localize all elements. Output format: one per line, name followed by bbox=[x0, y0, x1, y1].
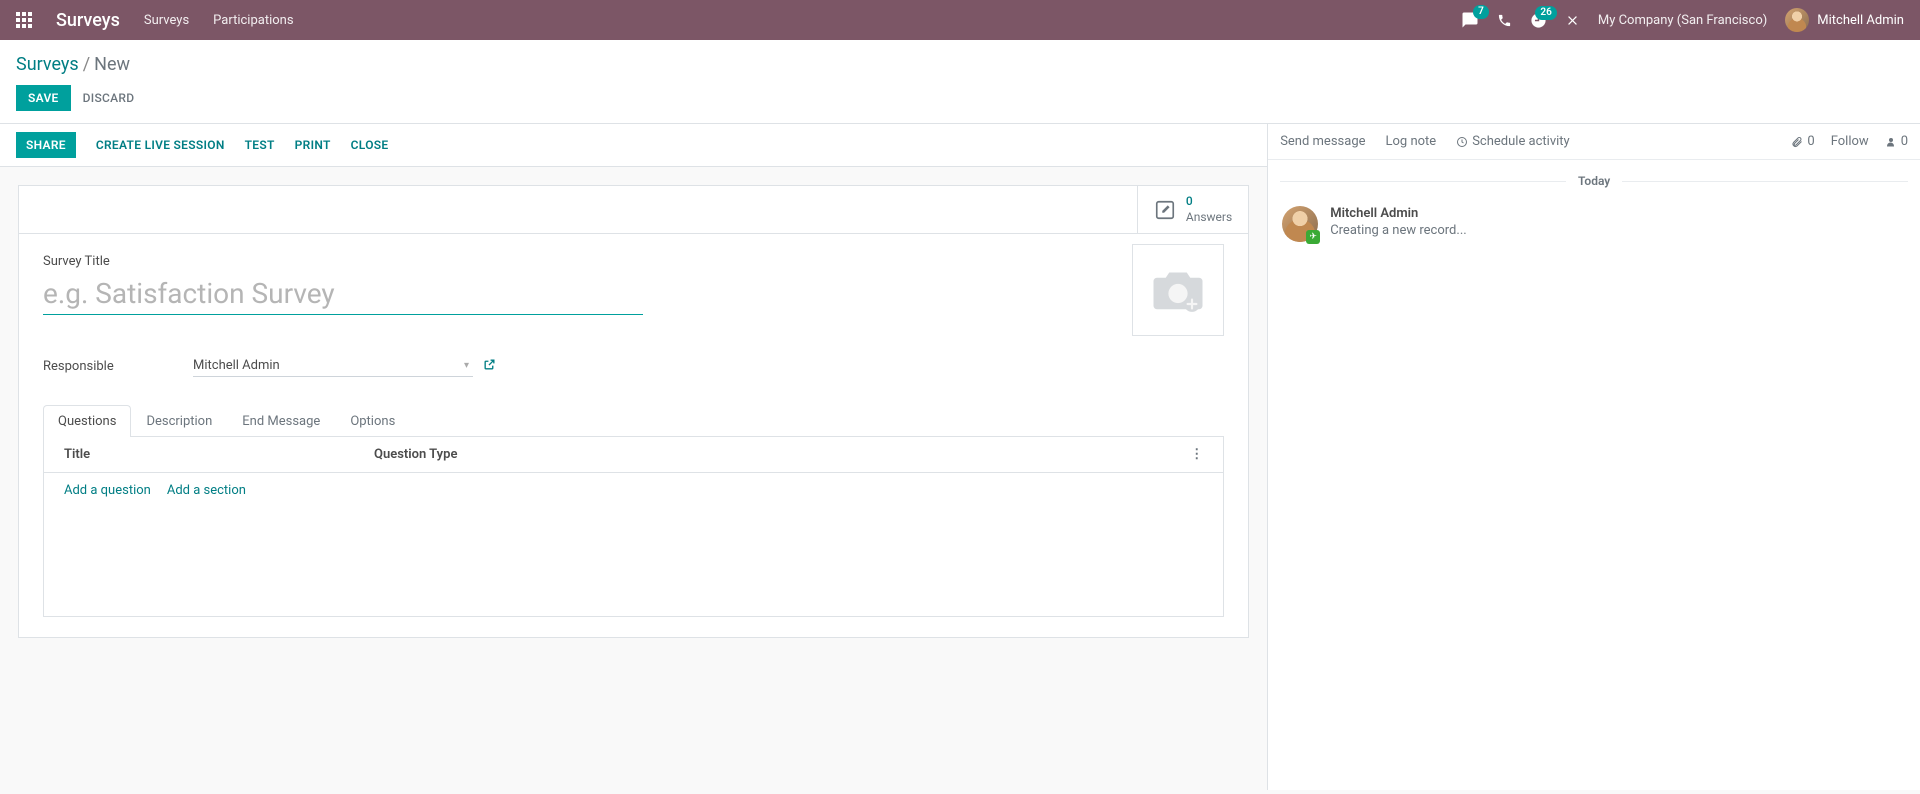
followers-count: 0 bbox=[1901, 134, 1908, 149]
main-wrapper: SHARE CREATE LIVE SESSION TEST PRINT CLO… bbox=[0, 124, 1920, 790]
phone-icon[interactable] bbox=[1497, 13, 1512, 28]
chatter-message: ✈ Mitchell Admin Creating a new record..… bbox=[1268, 196, 1920, 252]
follow-button[interactable]: Follow bbox=[1831, 134, 1869, 149]
attachments-count: 0 bbox=[1807, 134, 1814, 149]
answers-label: Answers bbox=[1186, 210, 1232, 226]
title-label: Survey Title bbox=[43, 254, 1224, 269]
tab-questions[interactable]: Questions bbox=[43, 405, 131, 437]
create-live-button[interactable]: CREATE LIVE SESSION bbox=[96, 138, 225, 152]
msg-body: Mitchell Admin Creating a new record... bbox=[1330, 206, 1467, 242]
chatter-divider: Today bbox=[1268, 160, 1920, 196]
add-section-link[interactable]: Add a section bbox=[167, 483, 246, 498]
answers-count: 0 bbox=[1186, 194, 1232, 210]
app-brand[interactable]: Surveys bbox=[56, 10, 120, 31]
breadcrumb-sep: / bbox=[83, 54, 90, 75]
stat-row: 0 Answers bbox=[19, 186, 1248, 234]
tabs: Questions Description End Message Option… bbox=[43, 405, 1224, 437]
topbar: Surveys Surveys Participations 7 26 My C… bbox=[0, 0, 1920, 40]
tab-end-message[interactable]: End Message bbox=[227, 405, 335, 437]
form-card: 0 Answers Survey Title R bbox=[18, 185, 1249, 638]
pencil-square-icon bbox=[1154, 199, 1176, 221]
attachments-button[interactable]: 0 bbox=[1791, 134, 1814, 149]
control-buttons: SAVE DISCARD bbox=[0, 85, 1920, 124]
questions-add-row: Add a question Add a section bbox=[44, 473, 1223, 508]
log-note-button[interactable]: Log note bbox=[1386, 134, 1437, 149]
responsible-label: Responsible bbox=[43, 359, 193, 374]
col-question-type: Question Type bbox=[374, 447, 1183, 462]
msg-text: Creating a new record... bbox=[1330, 223, 1467, 238]
clock-icon bbox=[1456, 136, 1468, 148]
image-upload[interactable] bbox=[1132, 244, 1224, 336]
schedule-activity-button[interactable]: Schedule activity bbox=[1456, 134, 1570, 149]
company-switcher[interactable]: My Company (San Francisco) bbox=[1598, 13, 1767, 28]
tab-content: Title Question Type ⋮ Add a question Add… bbox=[43, 437, 1224, 617]
activities-icon[interactable]: 26 bbox=[1530, 12, 1547, 29]
add-question-link[interactable]: Add a question bbox=[64, 483, 151, 498]
actions-bar: SHARE CREATE LIVE SESSION TEST PRINT CLO… bbox=[0, 124, 1267, 167]
apps-icon[interactable] bbox=[16, 12, 32, 28]
kebab-icon[interactable]: ⋮ bbox=[1183, 447, 1203, 462]
paperclip-icon bbox=[1791, 136, 1803, 148]
save-button[interactable]: SAVE bbox=[16, 85, 71, 111]
discard-button[interactable]: DISCARD bbox=[83, 91, 135, 105]
questions-header: Title Question Type ⋮ bbox=[44, 437, 1223, 473]
avatar-status-icon: ✈ bbox=[1306, 230, 1320, 244]
tab-options[interactable]: Options bbox=[335, 405, 410, 437]
divider-label: Today bbox=[1578, 174, 1610, 188]
followers-button[interactable]: 0 bbox=[1885, 134, 1908, 149]
messages-icon[interactable]: 7 bbox=[1461, 11, 1479, 29]
test-button[interactable]: TEST bbox=[245, 138, 275, 152]
responsible-input[interactable] bbox=[193, 358, 460, 373]
chatter-header: Send message Log note Schedule activity … bbox=[1268, 124, 1920, 160]
form-body: Survey Title Responsible ▾ Questions Des… bbox=[19, 234, 1248, 637]
topbar-right: 7 26 My Company (San Francisco) Mitchell… bbox=[1461, 8, 1904, 32]
share-button[interactable]: SHARE bbox=[16, 132, 76, 158]
stat-text: 0 Answers bbox=[1186, 194, 1232, 225]
tab-description[interactable]: Description bbox=[131, 405, 227, 437]
debug-icon[interactable] bbox=[1565, 13, 1580, 28]
chatter-right: 0 Follow 0 bbox=[1791, 134, 1908, 149]
form-column: SHARE CREATE LIVE SESSION TEST PRINT CLO… bbox=[0, 124, 1267, 790]
close-button[interactable]: CLOSE bbox=[351, 138, 389, 152]
activities-badge: 26 bbox=[1535, 6, 1556, 20]
user-icon bbox=[1885, 136, 1897, 148]
breadcrumb-bar: Surveys/New bbox=[0, 40, 1920, 85]
print-button[interactable]: PRINT bbox=[295, 138, 331, 152]
topbar-left: Surveys Surveys Participations bbox=[16, 10, 294, 31]
msg-avatar-wrap: ✈ bbox=[1282, 206, 1318, 242]
responsible-row: Responsible ▾ bbox=[43, 355, 1224, 377]
answers-stat-button[interactable]: 0 Answers bbox=[1137, 186, 1248, 233]
user-menu[interactable]: Mitchell Admin bbox=[1785, 8, 1904, 32]
camera-plus-icon bbox=[1150, 266, 1206, 314]
user-name: Mitchell Admin bbox=[1817, 13, 1904, 28]
responsible-field[interactable]: ▾ bbox=[193, 355, 473, 377]
user-avatar bbox=[1785, 8, 1809, 32]
nav-participations[interactable]: Participations bbox=[213, 13, 293, 28]
messages-badge: 7 bbox=[1473, 5, 1489, 19]
msg-author: Mitchell Admin bbox=[1330, 206, 1467, 221]
schedule-label: Schedule activity bbox=[1472, 134, 1570, 149]
breadcrumb: Surveys/New bbox=[16, 54, 1904, 75]
nav-surveys[interactable]: Surveys bbox=[144, 13, 189, 28]
send-message-button[interactable]: Send message bbox=[1280, 134, 1365, 149]
chatter: Send message Log note Schedule activity … bbox=[1267, 124, 1920, 790]
external-link-icon[interactable] bbox=[483, 358, 496, 375]
breadcrumb-root[interactable]: Surveys bbox=[16, 54, 79, 75]
survey-title-input[interactable] bbox=[43, 273, 643, 315]
col-title: Title bbox=[64, 447, 374, 462]
chevron-down-icon[interactable]: ▾ bbox=[460, 360, 473, 371]
breadcrumb-current: New bbox=[94, 54, 130, 75]
